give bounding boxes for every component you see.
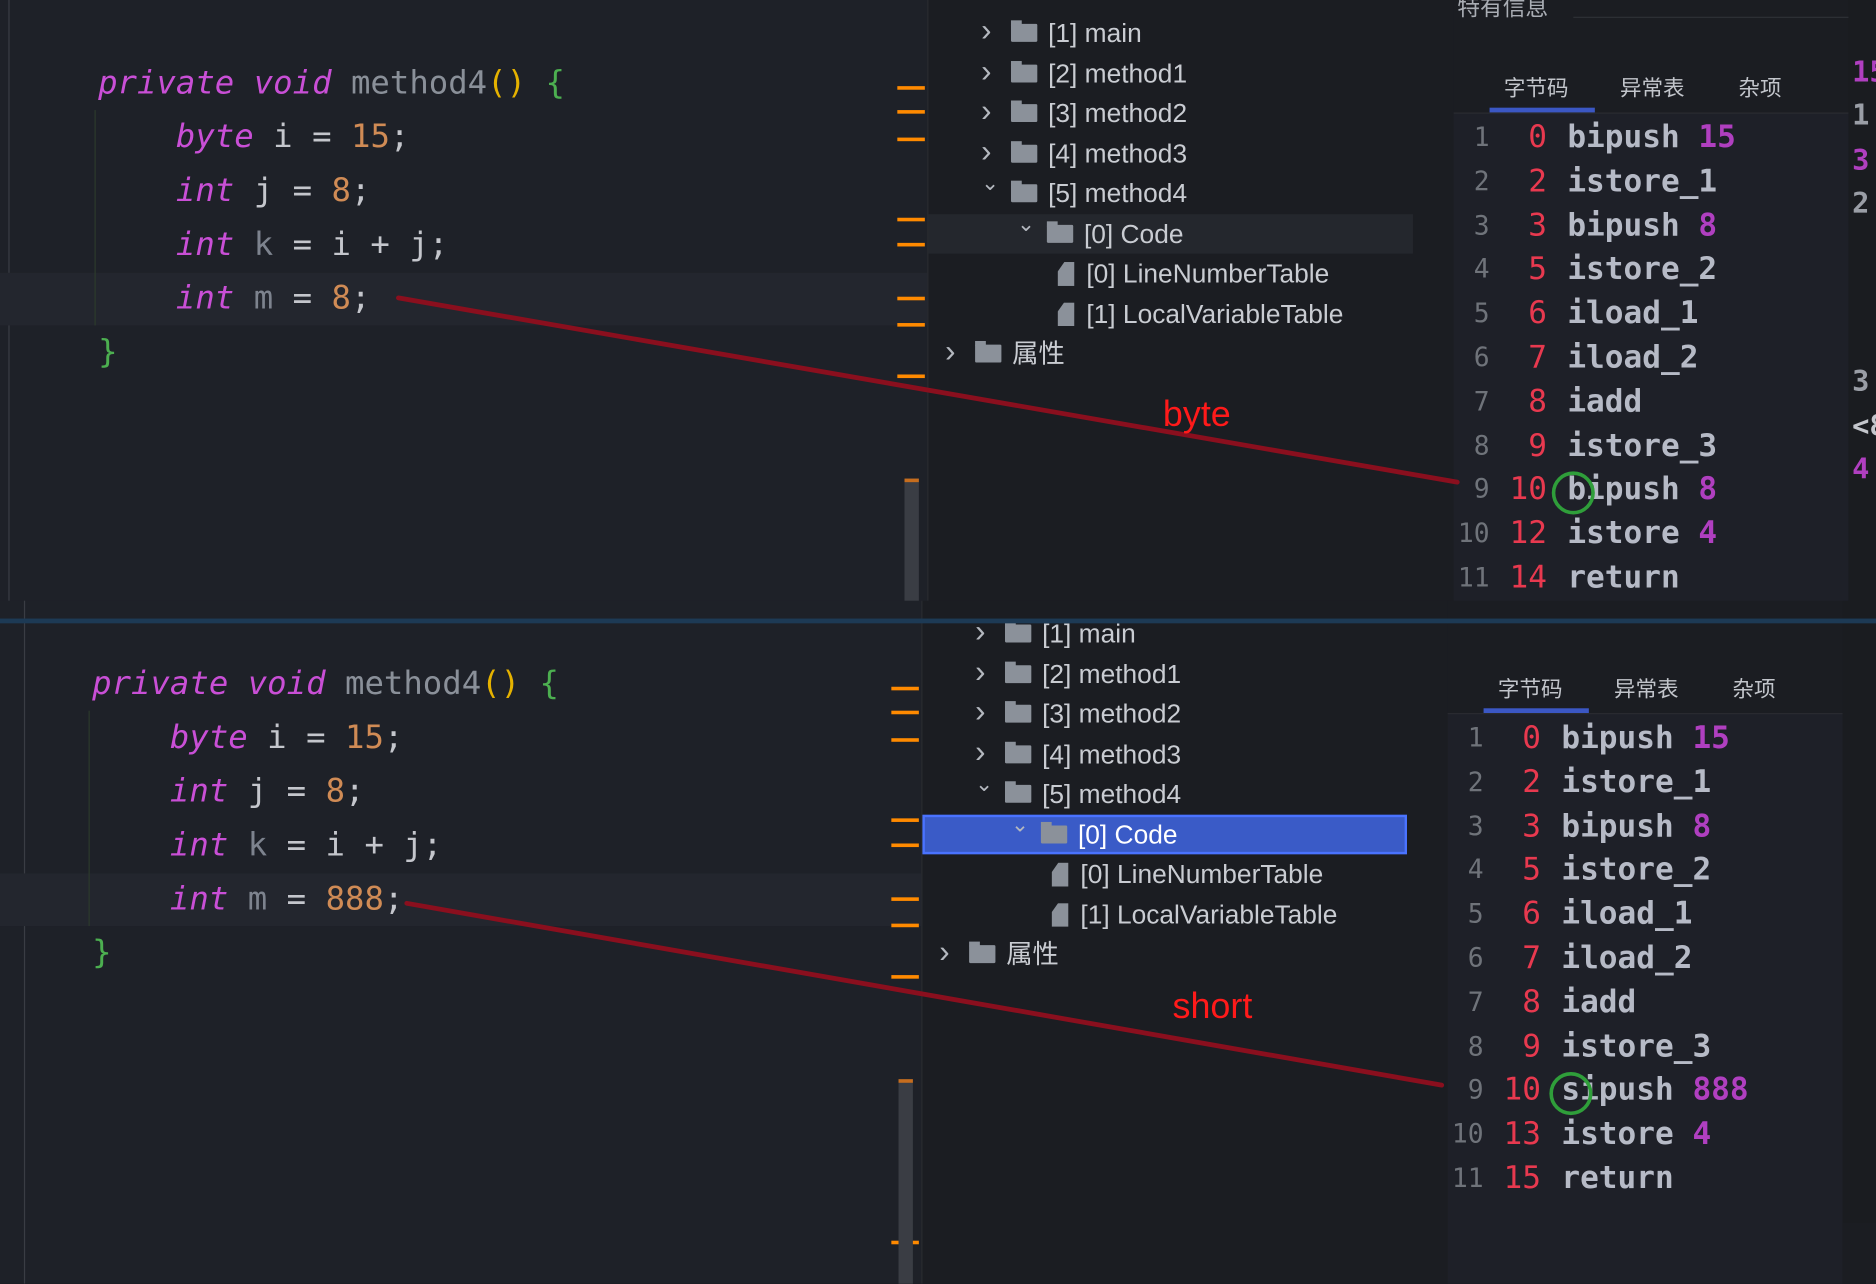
annotation-line [404, 900, 1445, 1088]
panel-1: private void method4() { byte i = 15; in… [0, 0, 1876, 623]
annotation-line-stroke [404, 900, 1445, 1088]
panel-2: private void method4() { byte i = 15; in… [0, 600, 1876, 1284]
screenshot-composite: private void method4() { byte i = 15; in… [0, 0, 1876, 1284]
annotation-line-stroke [396, 295, 1460, 485]
panel-divider [0, 618, 1876, 624]
highlight-circle [1551, 471, 1595, 515]
annotation-label: byte [1162, 394, 1231, 435]
highlight-circle [1549, 1072, 1593, 1116]
annotation-line [396, 295, 1460, 485]
annotation-label: short [1172, 987, 1253, 1027]
